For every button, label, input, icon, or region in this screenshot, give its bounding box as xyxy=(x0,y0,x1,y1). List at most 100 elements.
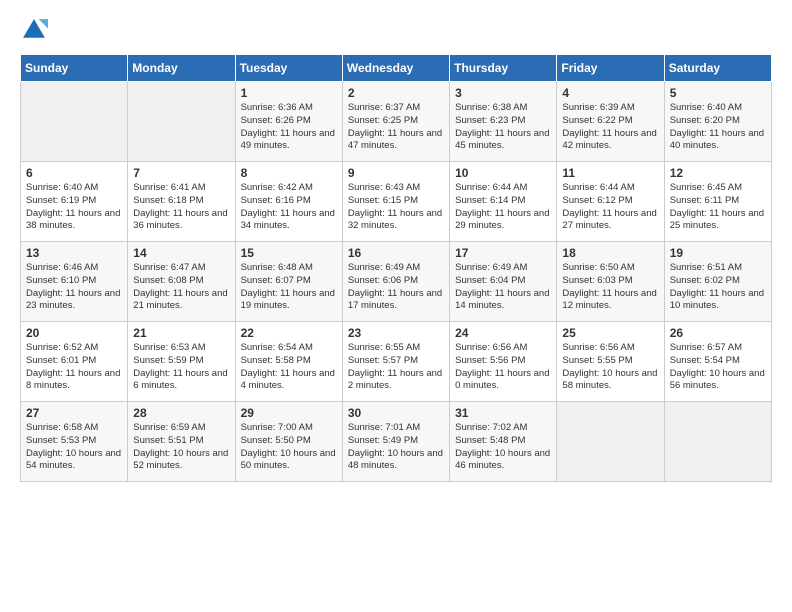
calendar-day-cell xyxy=(128,82,235,162)
day-info: Sunrise: 6:46 AM Sunset: 6:10 PM Dayligh… xyxy=(26,262,122,313)
day-info: Sunrise: 6:51 AM Sunset: 6:02 PM Dayligh… xyxy=(670,262,766,313)
day-info: Sunrise: 6:41 AM Sunset: 6:18 PM Dayligh… xyxy=(133,182,229,233)
day-number: 26 xyxy=(670,326,766,340)
day-number: 23 xyxy=(348,326,444,340)
calendar-day-cell: 28 Sunrise: 6:59 AM Sunset: 5:51 PM Dayli… xyxy=(128,402,235,482)
calendar-page: SundayMondayTuesdayWednesdayThursdayFrid… xyxy=(0,0,792,498)
calendar-day-cell: 4 Sunrise: 6:39 AM Sunset: 6:22 PM Daylig… xyxy=(557,82,664,162)
calendar-week-row: 27 Sunrise: 6:58 AM Sunset: 5:53 PM Dayli… xyxy=(21,402,772,482)
day-info: Sunrise: 6:47 AM Sunset: 6:08 PM Dayligh… xyxy=(133,262,229,313)
day-number: 5 xyxy=(670,86,766,100)
weekday-header-row: SundayMondayTuesdayWednesdayThursdayFrid… xyxy=(21,55,772,82)
calendar-day-cell: 31 Sunrise: 7:02 AM Sunset: 5:48 PM Dayli… xyxy=(450,402,557,482)
calendar-day-cell: 3 Sunrise: 6:38 AM Sunset: 6:23 PM Daylig… xyxy=(450,82,557,162)
day-info: Sunrise: 6:56 AM Sunset: 5:56 PM Dayligh… xyxy=(455,342,551,393)
calendar-day-cell: 8 Sunrise: 6:42 AM Sunset: 6:16 PM Daylig… xyxy=(235,162,342,242)
calendar-day-cell: 21Sunrise: 6:53 AM Sunset: 5:59 PM Dayli… xyxy=(128,322,235,402)
day-number: 22 xyxy=(241,326,337,340)
weekday-header: Tuesday xyxy=(235,55,342,82)
day-number: 28 xyxy=(133,406,229,420)
day-info: Sunrise: 6:40 AM Sunset: 6:19 PM Dayligh… xyxy=(26,182,122,233)
day-number: 1 xyxy=(241,86,337,100)
day-number: 6 xyxy=(26,166,122,180)
day-info: Sunrise: 6:56 AM Sunset: 5:55 PM Dayligh… xyxy=(562,342,658,393)
calendar-day-cell: 22 Sunrise: 6:54 AM Sunset: 5:58 PM Dayli… xyxy=(235,322,342,402)
weekday-header: Sunday xyxy=(21,55,128,82)
calendar-day-cell: 20 Sunrise: 6:52 AM Sunset: 6:01 PM Dayli… xyxy=(21,322,128,402)
day-info: Sunrise: 6:39 AM Sunset: 6:22 PM Dayligh… xyxy=(562,102,658,153)
calendar-day-cell: 9Sunrise: 6:43 AM Sunset: 6:15 PM Daylig… xyxy=(342,162,449,242)
day-info: Sunrise: 6:49 AM Sunset: 6:06 PM Dayligh… xyxy=(348,262,444,313)
day-number: 12 xyxy=(670,166,766,180)
calendar-week-row: 13Sunrise: 6:46 AM Sunset: 6:10 PM Dayli… xyxy=(21,242,772,322)
logo-icon xyxy=(20,16,48,44)
day-number: 30 xyxy=(348,406,444,420)
day-info: Sunrise: 7:02 AM Sunset: 5:48 PM Dayligh… xyxy=(455,422,551,473)
day-info: Sunrise: 6:42 AM Sunset: 6:16 PM Dayligh… xyxy=(241,182,337,233)
calendar-day-cell: 19 Sunrise: 6:51 AM Sunset: 6:02 PM Dayli… xyxy=(664,242,771,322)
calendar-week-row: 6 Sunrise: 6:40 AM Sunset: 6:19 PM Daylig… xyxy=(21,162,772,242)
day-number: 4 xyxy=(562,86,658,100)
weekday-header: Thursday xyxy=(450,55,557,82)
calendar-table: SundayMondayTuesdayWednesdayThursdayFrid… xyxy=(20,54,772,482)
calendar-day-cell: 17Sunrise: 6:49 AM Sunset: 6:04 PM Dayli… xyxy=(450,242,557,322)
day-info: Sunrise: 7:01 AM Sunset: 5:49 PM Dayligh… xyxy=(348,422,444,473)
day-info: Sunrise: 6:58 AM Sunset: 5:53 PM Dayligh… xyxy=(26,422,122,473)
day-info: Sunrise: 6:38 AM Sunset: 6:23 PM Dayligh… xyxy=(455,102,551,153)
calendar-day-cell: 7Sunrise: 6:41 AM Sunset: 6:18 PM Daylig… xyxy=(128,162,235,242)
day-info: Sunrise: 6:40 AM Sunset: 6:20 PM Dayligh… xyxy=(670,102,766,153)
day-number: 20 xyxy=(26,326,122,340)
day-info: Sunrise: 6:37 AM Sunset: 6:25 PM Dayligh… xyxy=(348,102,444,153)
calendar-day-cell xyxy=(21,82,128,162)
calendar-day-cell: 18Sunrise: 6:50 AM Sunset: 6:03 PM Dayli… xyxy=(557,242,664,322)
day-info: Sunrise: 6:57 AM Sunset: 5:54 PM Dayligh… xyxy=(670,342,766,393)
day-number: 19 xyxy=(670,246,766,260)
day-info: Sunrise: 7:00 AM Sunset: 5:50 PM Dayligh… xyxy=(241,422,337,473)
calendar-week-row: 1Sunrise: 6:36 AM Sunset: 6:26 PM Daylig… xyxy=(21,82,772,162)
calendar-day-cell: 10Sunrise: 6:44 AM Sunset: 6:14 PM Dayli… xyxy=(450,162,557,242)
calendar-day-cell: 23 Sunrise: 6:55 AM Sunset: 5:57 PM Dayli… xyxy=(342,322,449,402)
day-number: 11 xyxy=(562,166,658,180)
day-info: Sunrise: 6:59 AM Sunset: 5:51 PM Dayligh… xyxy=(133,422,229,473)
calendar-day-cell: 14 Sunrise: 6:47 AM Sunset: 6:08 PM Dayli… xyxy=(128,242,235,322)
day-info: Sunrise: 6:44 AM Sunset: 6:12 PM Dayligh… xyxy=(562,182,658,233)
day-info: Sunrise: 6:48 AM Sunset: 6:07 PM Dayligh… xyxy=(241,262,337,313)
day-number: 3 xyxy=(455,86,551,100)
day-number: 2 xyxy=(348,86,444,100)
day-number: 9 xyxy=(348,166,444,180)
day-info: Sunrise: 6:44 AM Sunset: 6:14 PM Dayligh… xyxy=(455,182,551,233)
calendar-day-cell: 6 Sunrise: 6:40 AM Sunset: 6:19 PM Daylig… xyxy=(21,162,128,242)
weekday-header: Wednesday xyxy=(342,55,449,82)
calendar-day-cell: 5 Sunrise: 6:40 AM Sunset: 6:20 PM Daylig… xyxy=(664,82,771,162)
calendar-day-cell: 15 Sunrise: 6:48 AM Sunset: 6:07 PM Dayli… xyxy=(235,242,342,322)
day-number: 17 xyxy=(455,246,551,260)
calendar-day-cell: 11 Sunrise: 6:44 AM Sunset: 6:12 PM Dayli… xyxy=(557,162,664,242)
weekday-header: Friday xyxy=(557,55,664,82)
day-info: Sunrise: 6:52 AM Sunset: 6:01 PM Dayligh… xyxy=(26,342,122,393)
day-number: 29 xyxy=(241,406,337,420)
day-info: Sunrise: 6:53 AM Sunset: 5:59 PM Dayligh… xyxy=(133,342,229,393)
calendar-day-cell: 16 Sunrise: 6:49 AM Sunset: 6:06 PM Dayli… xyxy=(342,242,449,322)
day-number: 25 xyxy=(562,326,658,340)
day-info: Sunrise: 6:55 AM Sunset: 5:57 PM Dayligh… xyxy=(348,342,444,393)
calendar-day-cell: 2 Sunrise: 6:37 AM Sunset: 6:25 PM Daylig… xyxy=(342,82,449,162)
day-number: 24 xyxy=(455,326,551,340)
day-number: 14 xyxy=(133,246,229,260)
day-number: 8 xyxy=(241,166,337,180)
calendar-day-cell: 26 Sunrise: 6:57 AM Sunset: 5:54 PM Dayli… xyxy=(664,322,771,402)
calendar-day-cell xyxy=(664,402,771,482)
calendar-day-cell: 13Sunrise: 6:46 AM Sunset: 6:10 PM Dayli… xyxy=(21,242,128,322)
day-number: 31 xyxy=(455,406,551,420)
calendar-day-cell xyxy=(557,402,664,482)
weekday-header: Saturday xyxy=(664,55,771,82)
day-number: 27 xyxy=(26,406,122,420)
day-number: 15 xyxy=(241,246,337,260)
calendar-day-cell: 24 Sunrise: 6:56 AM Sunset: 5:56 PM Dayli… xyxy=(450,322,557,402)
day-info: Sunrise: 6:54 AM Sunset: 5:58 PM Dayligh… xyxy=(241,342,337,393)
calendar-day-cell: 1Sunrise: 6:36 AM Sunset: 6:26 PM Daylig… xyxy=(235,82,342,162)
day-number: 16 xyxy=(348,246,444,260)
day-info: Sunrise: 6:45 AM Sunset: 6:11 PM Dayligh… xyxy=(670,182,766,233)
calendar-day-cell: 30 Sunrise: 7:01 AM Sunset: 5:49 PM Dayli… xyxy=(342,402,449,482)
calendar-day-cell: 12 Sunrise: 6:45 AM Sunset: 6:11 PM Dayli… xyxy=(664,162,771,242)
logo xyxy=(20,16,52,44)
